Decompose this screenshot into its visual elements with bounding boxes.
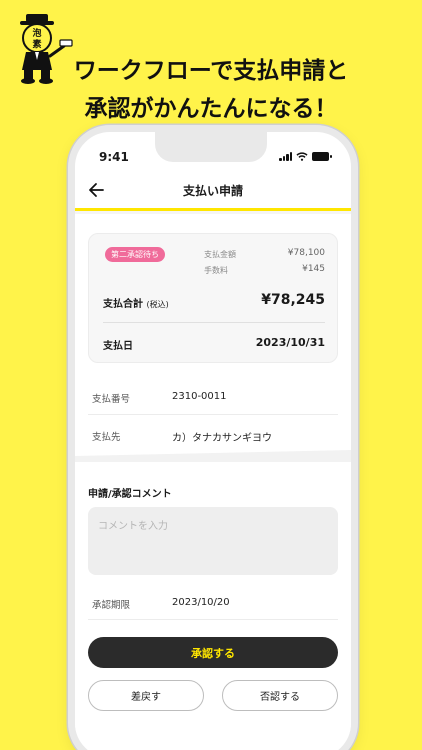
total-value: ¥78,245 bbox=[261, 292, 325, 308]
approve-button[interactable]: 承認する bbox=[88, 637, 338, 668]
mascot-logo-icon: 泡 素 bbox=[20, 14, 73, 84]
divider bbox=[88, 619, 338, 620]
total-label-text: 支払合計 bbox=[103, 299, 143, 310]
status-time: 9:41 bbox=[99, 150, 129, 164]
battery-icon bbox=[312, 152, 332, 161]
payee-label: 支払先 bbox=[92, 432, 121, 443]
amount-label: 支払金額 bbox=[204, 250, 236, 259]
approval-deadline-label: 承認期限 bbox=[92, 600, 131, 611]
total-tax-note: (税込) bbox=[146, 300, 169, 309]
fee-label: 手数料 bbox=[204, 266, 228, 275]
payment-number-value: 2310-0011 bbox=[172, 391, 227, 402]
payment-date-label: 支払日 bbox=[103, 341, 133, 352]
payment-details: 支払番号 2310-0011 支払先 カ）タナカサンギヨウ bbox=[75, 374, 351, 456]
comment-title: 申請/承認コメント bbox=[88, 489, 172, 500]
comment-section: 申請/承認コメント 承認期限 2023/10/20 承認する 差戻す 否認する bbox=[75, 462, 351, 732]
divider bbox=[88, 414, 338, 415]
phone-notch bbox=[155, 132, 267, 162]
status-icons bbox=[279, 152, 332, 161]
payee-value: カ）タナカサンギヨウ bbox=[172, 433, 272, 444]
wifi-icon bbox=[296, 152, 308, 161]
total-label: 支払合計 (税込) bbox=[103, 295, 169, 310]
approval-deadline-value: 2023/10/20 bbox=[172, 597, 230, 608]
status-badge: 第二承認待ち bbox=[105, 247, 165, 262]
divider bbox=[103, 322, 325, 323]
headline-line-2: 承認がかんたんになる！ bbox=[84, 96, 338, 122]
svg-text:素: 素 bbox=[32, 38, 41, 50]
comment-input[interactable] bbox=[88, 507, 338, 575]
reject-button[interactable]: 否認する bbox=[222, 680, 338, 711]
payment-date-value: 2023/10/31 bbox=[255, 336, 325, 349]
svg-text:泡: 泡 bbox=[32, 27, 41, 39]
payment-number-label: 支払番号 bbox=[92, 394, 131, 405]
phone-frame: 9:41 支払い申請 第二承認待ち 支払金額 ¥78,100 手数料 ¥145 … bbox=[68, 125, 358, 750]
fee-value: ¥145 bbox=[302, 264, 325, 274]
payment-summary-card: 第二承認待ち 支払金額 ¥78,100 手数料 ¥145 支払合計 (税込) ¥… bbox=[88, 233, 338, 363]
signal-icon bbox=[279, 152, 292, 161]
return-button[interactable]: 差戻す bbox=[88, 680, 204, 711]
amount-value: ¥78,100 bbox=[287, 248, 325, 258]
page-title: 支払い申請 bbox=[182, 184, 243, 198]
nav-bar: 支払い申請 bbox=[75, 176, 351, 208]
